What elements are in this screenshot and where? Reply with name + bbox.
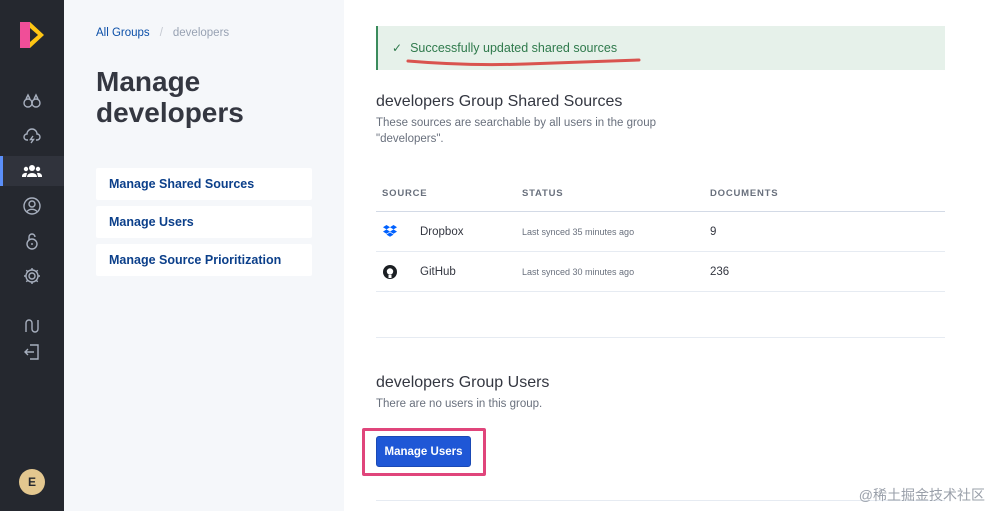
lock-icon[interactable] xyxy=(0,226,64,256)
breadcrumb-current: developers xyxy=(172,27,230,39)
source-documents: 9 xyxy=(710,225,717,238)
users-icon[interactable] xyxy=(0,156,64,186)
source-status: Last synced 35 minutes ago xyxy=(522,226,635,237)
dropbox-icon xyxy=(382,224,398,240)
toast-message: Successfully updated shared sources xyxy=(410,41,618,55)
app-logo[interactable] xyxy=(20,22,44,48)
watermark: @稀土掘金技术社区 xyxy=(858,487,985,503)
table-row[interactable]: Dropbox Last synced 35 minutes ago 9 xyxy=(376,212,945,252)
source-name: Dropbox xyxy=(420,225,464,238)
breadcrumb-all-groups[interactable]: All Groups xyxy=(96,27,150,39)
main-content: ✓ Successfully updated shared sources de… xyxy=(362,0,945,511)
source-name: GitHub xyxy=(420,265,456,278)
shared-sources-title: developers Group Shared Sources xyxy=(376,93,623,110)
group-sub-nav: Manage Shared Sources Manage Users Manag… xyxy=(96,168,312,282)
shared-sources-table: SOURCE STATUS DOCUMENTS Dropbox Last syn… xyxy=(376,176,945,292)
source-status: Last synced 30 minutes ago xyxy=(522,266,635,277)
table-header: SOURCE STATUS DOCUMENTS xyxy=(376,176,945,212)
github-icon xyxy=(382,264,398,280)
group-sidebar: All Groups / developers Manage developer… xyxy=(64,0,344,511)
logout-icon[interactable] xyxy=(0,337,64,367)
manage-users-button[interactable]: Manage Users xyxy=(376,436,471,467)
gear-icon[interactable] xyxy=(0,261,64,291)
group-users-title: developers Group Users xyxy=(376,374,550,391)
col-documents: DOCUMENTS xyxy=(710,188,779,199)
breadcrumb-separator: / xyxy=(159,27,163,39)
cloud-lightning-icon[interactable] xyxy=(0,121,64,151)
avatar[interactable]: E xyxy=(19,469,45,495)
user-circle-icon[interactable] xyxy=(0,191,64,221)
binoculars-icon[interactable] xyxy=(0,86,64,116)
nav-manage-shared-sources[interactable]: Manage Shared Sources xyxy=(96,168,312,200)
col-source: SOURCE xyxy=(382,188,428,199)
nav-manage-users[interactable]: Manage Users xyxy=(96,206,312,238)
source-documents: 236 xyxy=(710,265,730,278)
page-title: Manage developers xyxy=(96,66,244,128)
nav-manage-source-prioritization[interactable]: Manage Source Prioritization xyxy=(96,244,312,276)
check-icon: ✓ xyxy=(392,41,403,55)
shared-sources-description: These sources are searchable by all user… xyxy=(376,117,656,145)
annotation-underline xyxy=(406,58,641,67)
breadcrumb: All Groups / developers xyxy=(96,27,229,39)
group-users-description: There are no users in this group. xyxy=(376,398,543,410)
col-status: STATUS xyxy=(522,188,564,199)
left-nav-rail: E xyxy=(0,0,64,511)
table-row[interactable]: GitHub Last synced 30 minutes ago 236 xyxy=(376,252,945,292)
section-divider xyxy=(376,337,945,338)
